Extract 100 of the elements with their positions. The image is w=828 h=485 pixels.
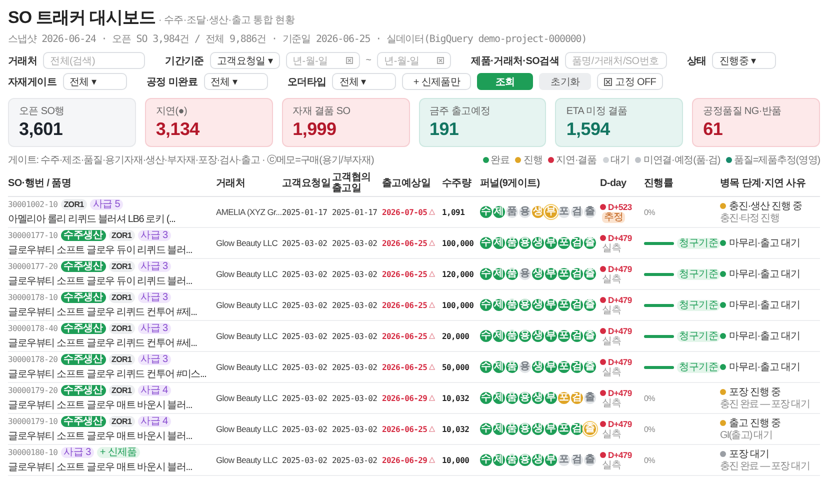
gate-dot: 검 [571,268,583,280]
request-date: 2025-03-02 [282,238,328,248]
d-day: D+479 [608,232,632,242]
dropdown[interactable]: 고객요청일 ▾ [210,52,280,69]
gate-dot: 포 [558,454,570,466]
gate-dot: 품 [506,299,518,311]
order-type-tag: ZOR1 [60,198,87,210]
warning-icon [429,209,436,215]
reset-button[interactable]: 초기화 [539,73,592,90]
customer-name: Glow Beauty LLC [216,238,279,248]
gate-dot: 부 [545,454,557,466]
gate-dot: 검 [571,454,583,466]
delay-dot [600,296,606,302]
gate-dot: 품 [506,237,518,249]
product-name: 글로우뷰티 소프트 글로우 리퀴드 컨투어 #세... [8,336,198,350]
quantity: 100,000 [442,238,475,248]
gate-dot: 제 [493,392,505,404]
d-day: D+479 [608,326,632,336]
delay-dot [600,390,606,396]
gate-dot: 제 [493,268,505,280]
gate-dot: 용 [519,206,531,218]
billing-badge: 청구기준 [677,330,720,342]
gate-dot: 제 [493,423,505,435]
quantity: 20,000 [442,332,470,340]
ship-date: 2026-06-25 [382,362,428,372]
filter-label: 기간기준 [165,54,204,68]
column-header: D-day [600,170,644,197]
supply-tag: 사급 3 [138,354,171,364]
gate-dot: 품 [506,268,518,280]
billing-badge: 청구기준 [677,238,720,248]
gate-dot: 출 [584,330,596,342]
dropdown[interactable]: 전체 ▾ [332,73,396,90]
production-tag: 수주생산 [60,230,106,240]
gate-dot: 부 [545,299,557,311]
gate-dot: 수 [480,237,492,249]
range-separator: ~ [366,55,372,66]
production-tag: 수주생산 [60,416,106,426]
gate-dot: 용 [519,454,531,466]
page-title: SO 트래커 대시보드 [8,7,156,29]
ship-date: 2026-06-25 [382,332,428,340]
gate-dot: 수 [480,423,492,435]
gate-dot: 생 [532,361,544,373]
quantity: 50,000 [442,362,470,372]
column-header: 거래처 [216,170,282,197]
filter-label: 오더타입 [288,76,326,88]
billing-badge: 청구기준 [677,268,720,280]
legend-label: 지연·결품 [556,154,597,167]
status-text: 충진·생산 진행 중 [729,200,802,213]
status-text: 마무리·출고 대기 [729,330,800,343]
d-day-note: 실측 [602,460,622,470]
gate-dot: 검 [571,392,583,404]
billing-badge: 청구기준 [677,362,720,372]
dropdown[interactable]: 전체 ▾ [62,73,127,90]
pin-box-icon [604,78,612,86]
gate-dot: 용 [519,361,531,373]
production-tag: 수주생산 [60,260,106,272]
gate-dot: 포 [558,392,570,404]
ship-date: 2026-06-25 [382,270,428,278]
gate-dot: 검 [571,423,583,435]
kpi-label: ETA 미정 결품 [566,105,628,118]
product-name: 글로우뷰티 소프트 글로우 리퀴드 컨투어 #미스... [8,368,208,380]
gate-dot: 수 [480,454,492,466]
dropdown[interactable]: 진행중 ▾ [712,52,776,69]
kpi-label: 금주 출고예정 [430,105,492,118]
d-day: D+479 [608,450,632,460]
status-note: 충진·타정 진행 [720,213,780,225]
progress-percent: 0% [644,208,656,216]
gate-dot: 포 [558,299,570,311]
progress-percent: 0% [644,456,656,464]
agreed-date: 2025-03-02 [332,456,378,464]
gate-dot: 생 [532,392,544,404]
order-type-tag: ZOR1 [108,384,135,396]
d-day-note: 실측 [602,274,622,284]
gate-dot: 용 [519,392,531,404]
new-product-toggle[interactable]: + 신제품만 [402,73,472,90]
gate-dot: 용 [519,237,531,249]
d-day: D+479 [608,294,632,304]
kpi-value: 61 [703,119,724,140]
filter-label: 상태 [686,54,706,68]
so-number: 30001002-10 [8,200,58,208]
pin-toggle[interactable]: 고정 OFF [597,73,664,90]
dropdown[interactable]: 전체 ▾ [204,73,268,90]
production-tag: 수주생산 [60,354,106,364]
d-day-note: 실측 [602,304,622,316]
gate-dot: 생 [532,206,544,218]
gate-dot: 품 [506,423,518,435]
d-day-note: 실측 [602,336,622,346]
quantity: 1,091 [442,208,466,216]
column-header: 고객요청일 [282,170,332,197]
d-day-note: 실측 [602,398,622,408]
warning-icon [429,364,436,370]
gate-dot: 부 [545,392,557,404]
delay-dot [600,234,606,240]
filter-label: 공정 미완료 [146,76,198,88]
agreed-date: 2025-01-17 [332,208,378,216]
kpi-value: 1,594 [566,119,611,140]
customer-name: Glow Beauty LLC [216,455,279,465]
gate-dot: 생 [532,268,544,280]
gate-dot: 품 [506,361,518,373]
gate-dot: 포 [558,268,570,280]
